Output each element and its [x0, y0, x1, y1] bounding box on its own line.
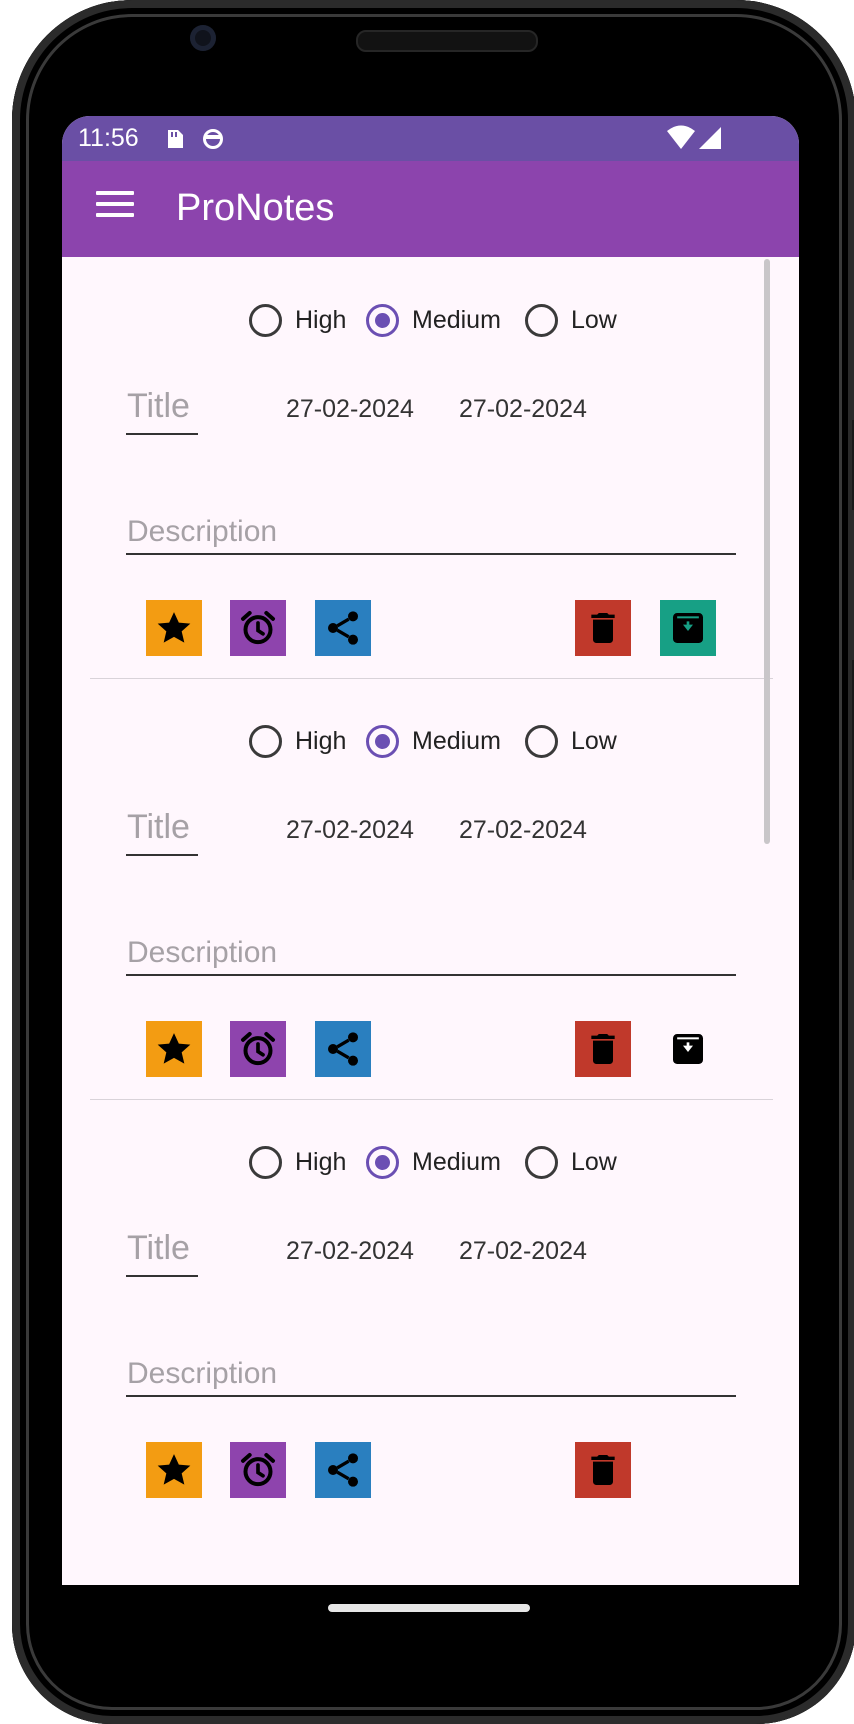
date-modified: 27-02-2024 — [459, 1237, 587, 1265]
note-card: High Medium Low Title 27-02-2024 27-02-2… — [62, 678, 799, 1141]
share-button[interactable] — [315, 1442, 371, 1498]
share-icon — [328, 1453, 358, 1487]
description-input[interactable]: Description — [126, 934, 736, 976]
share-button[interactable] — [315, 600, 371, 656]
radio-button-icon — [366, 304, 399, 337]
cell-signal-icon — [699, 127, 721, 149]
note-card: High Medium Low Title 27-02-2024 27-02-2… — [62, 1099, 799, 1562]
alarm-icon — [241, 611, 275, 645]
radio-button-icon — [249, 725, 282, 758]
wifi-icon — [667, 125, 695, 149]
reminder-button[interactable] — [230, 1021, 286, 1077]
notes-list[interactable]: High Medium Low Title 27-02-2024 27-02-2… — [62, 257, 799, 1585]
note-card: High Medium Low Title 27-02-2024 27-02-2… — [62, 257, 799, 720]
date-created: 27-02-2024 — [286, 395, 414, 423]
title-placeholder: Title — [127, 1229, 190, 1267]
share-icon — [328, 611, 358, 645]
delete-icon — [591, 613, 615, 643]
delete-button[interactable] — [575, 600, 631, 656]
status-bar: 11:56 — [62, 116, 799, 161]
favorite-button[interactable] — [146, 600, 202, 656]
title-placeholder: Title — [127, 808, 190, 846]
radio-button-icon — [525, 1146, 558, 1179]
share-icon — [328, 1032, 358, 1066]
date-modified: 27-02-2024 — [459, 816, 587, 844]
description-placeholder: Description — [127, 936, 278, 969]
reminder-button[interactable] — [230, 600, 286, 656]
sd-card-icon — [168, 130, 183, 148]
delete-button[interactable] — [575, 1442, 631, 1498]
earpiece-speaker — [356, 30, 538, 52]
hamburger-menu-icon[interactable] — [96, 191, 134, 225]
star-icon — [157, 1454, 191, 1485]
description-placeholder: Description — [127, 1357, 278, 1390]
title-placeholder: Title — [127, 387, 190, 425]
delete-button[interactable] — [575, 1021, 631, 1077]
home-gesture-bar[interactable] — [328, 1604, 530, 1612]
scrollbar[interactable] — [764, 259, 770, 844]
archive-icon — [673, 613, 703, 643]
alarm-icon — [241, 1453, 275, 1487]
radio-button-icon — [525, 304, 558, 337]
radio-button-icon — [249, 1146, 282, 1179]
radio-label: Medium — [412, 727, 501, 755]
radio-button-icon — [366, 1146, 399, 1179]
star-icon — [157, 612, 191, 643]
archive-icon — [673, 1034, 703, 1064]
front-camera — [190, 25, 216, 51]
delete-icon — [591, 1455, 615, 1485]
title-input[interactable]: Title — [126, 1229, 198, 1277]
favorite-button[interactable] — [146, 1021, 202, 1077]
archive-button[interactable] — [660, 600, 716, 656]
reminder-button[interactable] — [230, 1442, 286, 1498]
app-bar: ProNotes — [62, 161, 799, 257]
star-icon — [157, 1033, 191, 1064]
radio-label: Medium — [412, 1148, 501, 1176]
app-title: ProNotes — [176, 187, 335, 229]
notification-icon — [203, 129, 223, 149]
radio-label: Low — [571, 1148, 617, 1176]
radio-label: Medium — [412, 306, 501, 334]
radio-label: High — [295, 727, 347, 755]
description-input[interactable]: Description — [126, 1355, 736, 1397]
archive-button[interactable] — [660, 1021, 716, 1077]
radio-label: Low — [571, 727, 617, 755]
share-button[interactable] — [315, 1021, 371, 1077]
title-input[interactable]: Title — [126, 387, 198, 435]
date-created: 27-02-2024 — [286, 1237, 414, 1265]
date-modified: 27-02-2024 — [459, 395, 587, 423]
radio-button-icon — [525, 725, 558, 758]
radio-label: High — [295, 1148, 347, 1176]
favorite-button[interactable] — [146, 1442, 202, 1498]
delete-icon — [591, 1034, 615, 1064]
radio-label: High — [295, 306, 347, 334]
radio-button-icon — [366, 725, 399, 758]
description-input[interactable]: Description — [126, 513, 736, 555]
description-placeholder: Description — [127, 515, 278, 548]
date-created: 27-02-2024 — [286, 816, 414, 844]
radio-button-icon — [249, 304, 282, 337]
screen: 11:56 ProNotes High Medium Low Title 27-… — [62, 116, 799, 1585]
title-input[interactable]: Title — [126, 808, 198, 856]
alarm-icon — [241, 1032, 275, 1066]
radio-label: Low — [571, 306, 617, 334]
status-time: 11:56 — [78, 124, 139, 152]
